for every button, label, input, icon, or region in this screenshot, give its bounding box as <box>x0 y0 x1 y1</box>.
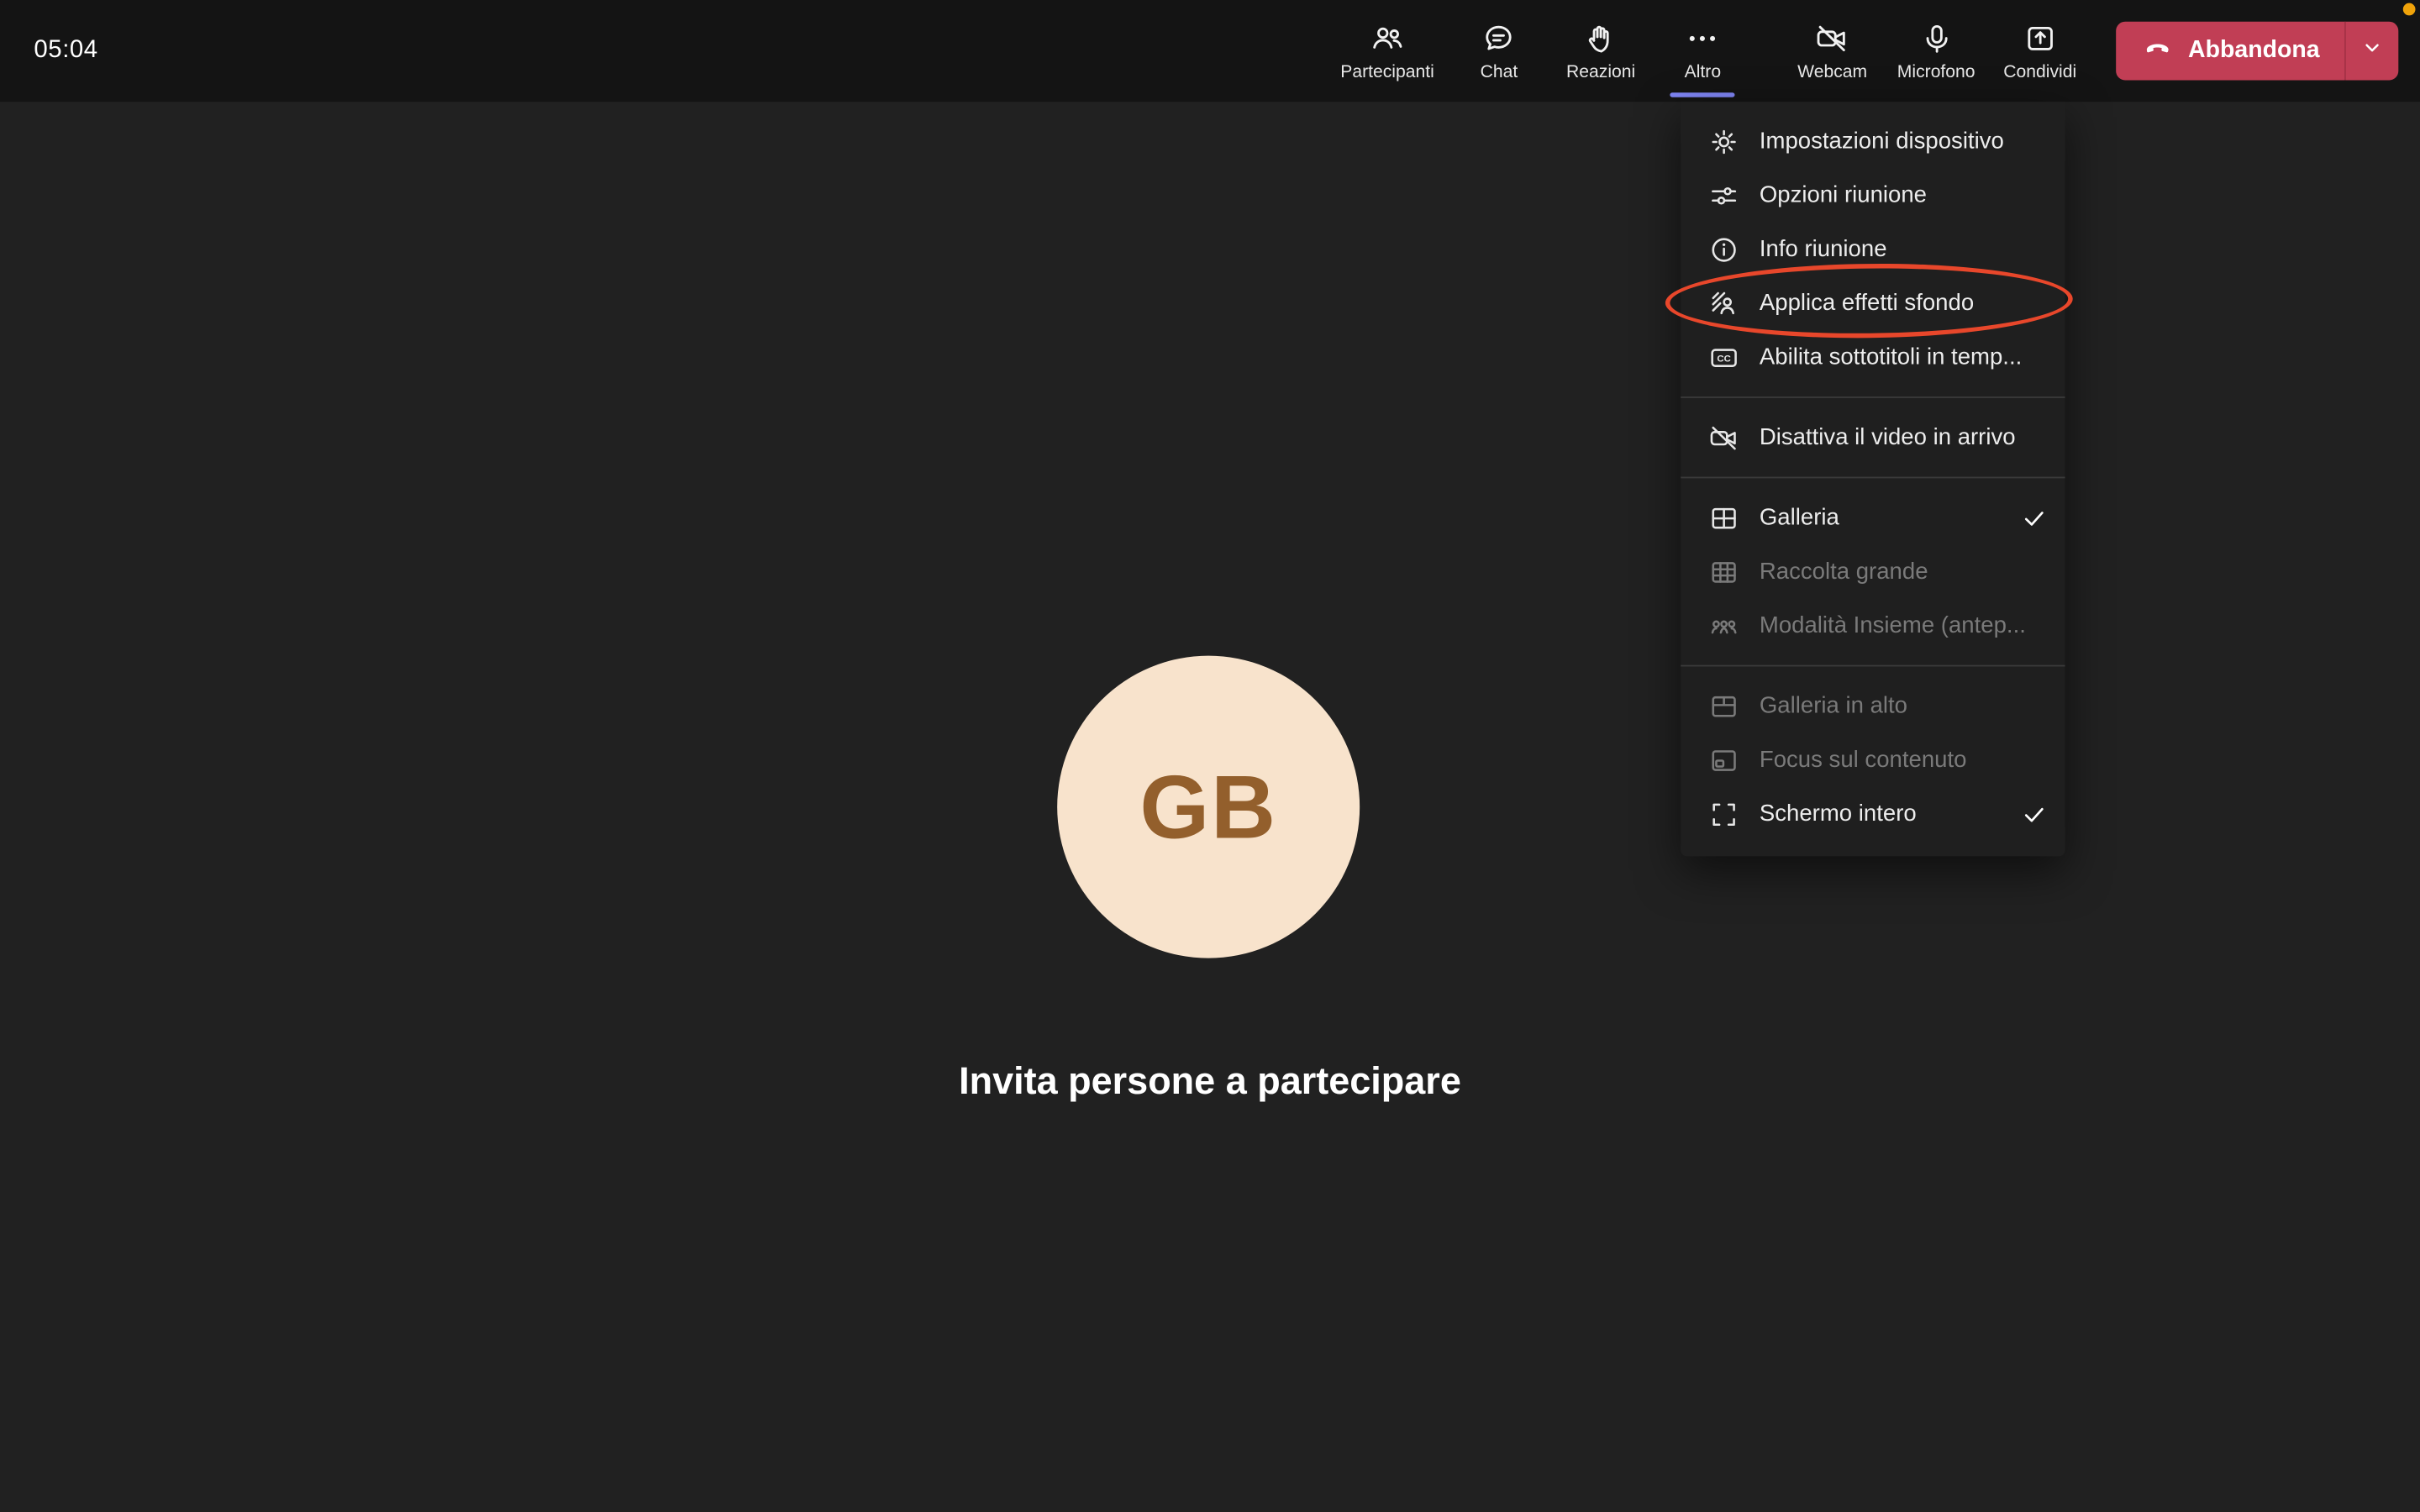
options-icon <box>1708 180 1739 211</box>
menu-item-label: Disattiva il video in arrivo <box>1760 424 2047 450</box>
menu-item-label: Impostazioni dispositivo <box>1760 128 2047 154</box>
menu-item-top-gallery: Galleria in alto <box>1681 679 2065 732</box>
menu-divider <box>1681 396 2065 398</box>
toolbar-label: Microfono <box>1897 63 1975 81</box>
meeting-timer: 05:04 <box>34 37 97 65</box>
menu-divider <box>1681 665 2065 667</box>
recording-status-dot <box>2403 3 2416 16</box>
menu-item-turn-off-incoming-video[interactable]: Disattiva il video in arrivo <box>1681 411 2065 465</box>
menu-item-meeting-options[interactable]: Opzioni riunione <box>1681 168 2065 222</box>
chat-icon <box>1482 20 1516 57</box>
large-gallery-icon <box>1708 556 1739 587</box>
invite-people-text: Invita persone a partecipare <box>0 1062 2420 1105</box>
toolbar-label: Reazioni <box>1566 63 1635 81</box>
avatar: GB <box>1057 656 1360 958</box>
meeting-toolbar: Partecipanti Chat Reazioni Altro <box>1327 0 2399 102</box>
menu-item-label: Schermo intero <box>1760 801 2002 827</box>
teams-meeting-window: 05:04 Partecipanti Chat Reazioni <box>0 0 2420 1512</box>
menu-item-label: Galleria in alto <box>1760 693 2047 719</box>
leave-button[interactable]: Abbandona <box>2116 22 2399 81</box>
more-options-menu: Impostazioni dispositivo Opzioni riunion… <box>1681 102 2065 856</box>
menu-item-gallery[interactable]: Galleria <box>1681 491 2065 544</box>
background-effects-icon <box>1708 288 1739 319</box>
info-icon <box>1708 234 1739 265</box>
menu-item-meeting-info[interactable]: Info riunione <box>1681 222 2065 276</box>
menu-item-full-screen[interactable]: Schermo intero <box>1681 787 2065 841</box>
toolbar-label: Chat <box>1481 63 1518 81</box>
toolbar-label: Condividi <box>2003 63 2076 81</box>
menu-item-label: Abilita sottotitoli in temp... <box>1760 344 2047 370</box>
toolbar-label: Partecipanti <box>1340 63 1434 81</box>
participants-icon <box>1369 20 1406 57</box>
toolbar-reactions[interactable]: Reazioni <box>1550 0 1652 102</box>
leave-options-caret[interactable] <box>2344 22 2398 81</box>
menu-item-large-gallery: Raccolta grande <box>1681 544 2065 598</box>
fullscreen-icon <box>1708 799 1739 830</box>
content-focus-icon <box>1708 744 1739 775</box>
toolbar-label: Webcam <box>1797 63 1867 81</box>
menu-item-live-captions[interactable]: CC Abilita sottotitoli in temp... <box>1681 330 2065 384</box>
webcam-off-icon <box>1814 20 1851 57</box>
leave-button-label: Abbandona <box>2188 37 2320 65</box>
menu-item-label: Opzioni riunione <box>1760 182 2047 208</box>
menu-item-together-mode: Modalità Insieme (antep... <box>1681 599 2065 653</box>
captions-icon: CC <box>1708 342 1739 373</box>
leave-button-main[interactable]: Abbandona <box>2116 22 2344 81</box>
gear-icon <box>1708 126 1739 157</box>
gallery-icon <box>1708 502 1739 533</box>
check-icon <box>2022 801 2046 826</box>
share-icon <box>2023 20 2057 57</box>
svg-text:CC: CC <box>1717 354 1730 364</box>
phone-hangup-icon <box>2140 33 2174 68</box>
menu-item-label: Galleria <box>1760 505 2002 531</box>
toolbar-chat[interactable]: Chat <box>1448 0 1549 102</box>
toolbar-more[interactable]: Altro <box>1652 0 1754 102</box>
check-icon <box>2022 506 2046 530</box>
menu-item-label: Modalità Insieme (antep... <box>1760 612 2047 638</box>
toolbar-microphone[interactable]: Microfono <box>1883 0 1989 102</box>
meeting-top-bar: 05:04 Partecipanti Chat Reazioni <box>0 0 2420 102</box>
reactions-icon <box>1584 20 1618 57</box>
active-tab-indicator <box>1670 92 1735 97</box>
menu-item-content-focus: Focus sul contenuto <box>1681 732 2065 786</box>
menu-item-device-settings[interactable]: Impostazioni dispositivo <box>1681 114 2065 168</box>
menu-item-background-effects[interactable]: Applica effetti sfondo <box>1681 276 2065 330</box>
menu-item-label: Raccolta grande <box>1760 559 2047 585</box>
more-icon <box>1684 20 1721 57</box>
menu-item-label: Focus sul contenuto <box>1760 747 2047 773</box>
toolbar-participants[interactable]: Partecipanti <box>1327 0 1449 102</box>
top-gallery-icon <box>1708 690 1739 722</box>
video-off-icon <box>1708 422 1739 453</box>
chevron-down-icon <box>2361 36 2383 66</box>
menu-divider <box>1681 477 2065 479</box>
toolbar-webcam[interactable]: Webcam <box>1781 0 1883 102</box>
toolbar-share[interactable]: Condividi <box>1989 0 2091 102</box>
microphone-icon <box>1919 20 1953 57</box>
toolbar-label: Altro <box>1685 63 1721 81</box>
menu-item-label: Applica effetti sfondo <box>1760 290 2047 316</box>
together-mode-icon <box>1708 610 1739 641</box>
menu-item-label: Info riunione <box>1760 236 2047 262</box>
